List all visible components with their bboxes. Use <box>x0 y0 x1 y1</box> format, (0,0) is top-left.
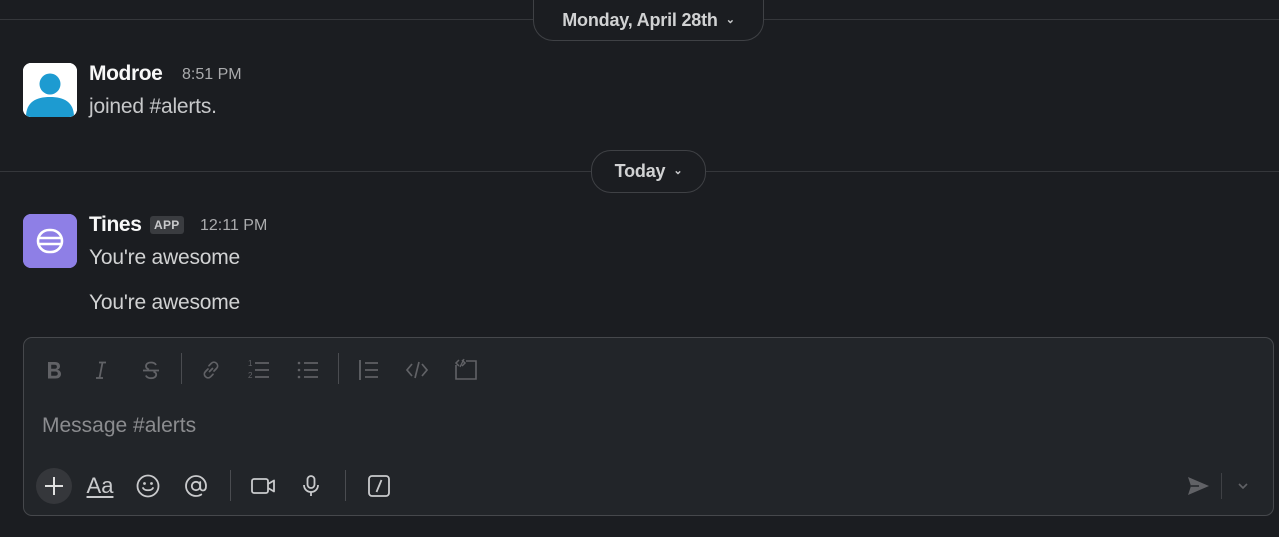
toolbar-separator <box>345 470 346 501</box>
text-formatting-icon[interactable]: Aa <box>82 468 118 504</box>
slash-command-icon[interactable] <box>361 468 397 504</box>
message-text: joined #alerts. <box>89 95 217 118</box>
italic-icon[interactable] <box>85 354 117 386</box>
message-text: You're awesome <box>89 246 241 269</box>
app-badge: APP <box>150 216 184 234</box>
chevron-down-icon[interactable] <box>1228 468 1258 504</box>
toolbar-separator <box>181 353 182 384</box>
ordered-list-icon[interactable]: 12 <box>243 354 275 386</box>
message-composer: 12 Message #alerts Aa <box>23 337 1274 516</box>
date-separator-label: Monday, April 28th <box>562 9 718 30</box>
toolbar-separator <box>338 353 339 384</box>
blockquote-icon[interactable] <box>353 354 385 386</box>
avatar[interactable] <box>23 63 77 117</box>
send-icon[interactable] <box>1180 468 1216 504</box>
text-formatting-label: Aa <box>86 473 114 498</box>
chevron-down-icon: ⌄ <box>725 13 735 26</box>
tines-logo-icon <box>23 214 77 268</box>
date-separator-button[interactable]: Monday, April 28th ⌄ <box>533 0 764 41</box>
message-author[interactable]: Tines <box>89 213 142 237</box>
plus-icon[interactable] <box>36 468 72 504</box>
message-input[interactable]: Message #alerts <box>42 414 196 438</box>
chevron-down-icon: ⌄ <box>673 165 683 177</box>
svg-text:2: 2 <box>248 371 253 380</box>
video-icon[interactable] <box>245 468 281 504</box>
message-timestamp[interactable]: 12:11 PM <box>200 217 267 235</box>
bold-icon[interactable] <box>38 354 70 386</box>
bulleted-list-icon[interactable] <box>292 354 324 386</box>
message-text: You're awesome <box>89 291 241 314</box>
code-icon[interactable] <box>401 354 433 386</box>
avatar[interactable] <box>23 214 77 268</box>
microphone-icon[interactable] <box>293 468 329 504</box>
code-block-icon[interactable] <box>450 354 482 386</box>
toolbar-separator <box>1221 473 1222 499</box>
date-separator-label: Today <box>614 161 666 181</box>
default-user-avatar-icon <box>23 63 77 117</box>
mention-icon[interactable] <box>178 468 214 504</box>
link-icon[interactable] <box>195 354 227 386</box>
strikethrough-icon[interactable] <box>135 354 167 386</box>
date-separator-button[interactable]: Today ⌄ <box>591 150 706 193</box>
message-author[interactable]: Modroe <box>89 62 163 86</box>
emoji-icon[interactable] <box>130 468 166 504</box>
toolbar-separator <box>230 470 231 501</box>
message-timestamp[interactable]: 8:51 PM <box>182 66 242 84</box>
svg-text:1: 1 <box>248 359 253 368</box>
